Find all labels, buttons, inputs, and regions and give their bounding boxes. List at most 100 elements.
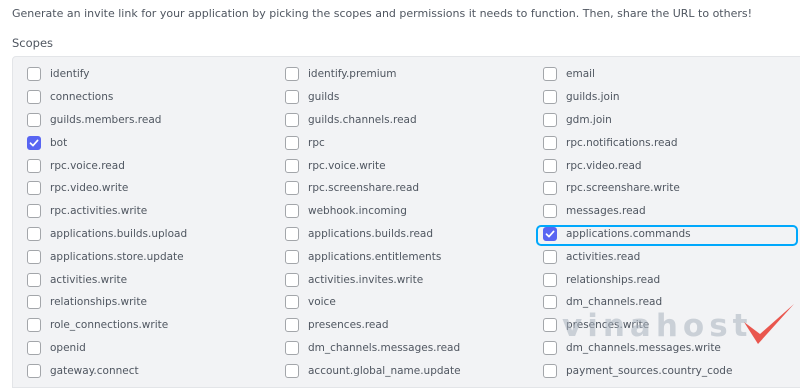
- scope-label: activities.read: [566, 250, 641, 263]
- scope-checkbox[interactable]: [285, 249, 299, 264]
- scope-checkbox[interactable]: [543, 90, 557, 105]
- scope-rpc-voice-read[interactable]: rpc.voice.read: [25, 154, 283, 177]
- scope-checkbox[interactable]: [27, 363, 41, 378]
- scope-identify-premium[interactable]: identify.premium: [283, 63, 541, 86]
- scope-rpc-video-read[interactable]: rpc.video.read: [541, 154, 799, 177]
- scope-checkbox[interactable]: [543, 204, 557, 219]
- scope-guilds-join[interactable]: guilds.join: [541, 86, 799, 109]
- scope-label: activities.write: [50, 273, 128, 286]
- scope-label: rpc.voice.write: [308, 159, 386, 172]
- scope-checkbox[interactable]: [543, 249, 557, 264]
- scope-voice[interactable]: voice: [283, 291, 541, 314]
- scope-guilds-channels-read[interactable]: guilds.channels.read: [283, 109, 541, 132]
- scope-checkbox[interactable]: [27, 135, 41, 150]
- scope-checkbox[interactable]: [543, 135, 557, 150]
- scope-applications-builds-upload[interactable]: applications.builds.upload: [25, 223, 283, 246]
- scope-checkbox[interactable]: [543, 295, 557, 310]
- scope-checkbox[interactable]: [27, 226, 41, 241]
- scope-label: rpc.voice.read: [50, 159, 125, 172]
- scope-checkbox[interactable]: [27, 204, 41, 219]
- scope-checkbox[interactable]: [543, 158, 557, 173]
- scope-label: payment_sources.country_code: [566, 364, 733, 377]
- scope-role-connections-write[interactable]: role_connections.write: [25, 314, 283, 337]
- scope-bot[interactable]: bot: [25, 131, 283, 154]
- scope-rpc-voice-write[interactable]: rpc.voice.write: [283, 154, 541, 177]
- scope-rpc[interactable]: rpc: [283, 131, 541, 154]
- scope-gdm-join[interactable]: gdm.join: [541, 109, 799, 132]
- scope-activities-read[interactable]: activities.read: [541, 245, 799, 268]
- scope-checkbox[interactable]: [543, 318, 557, 333]
- scope-checkbox[interactable]: [285, 295, 299, 310]
- scope-label: applications.commands: [566, 227, 691, 240]
- scope-label: applications.builds.read: [308, 227, 434, 240]
- scope-label: rpc.video.read: [566, 159, 642, 172]
- scope-dm-channels-messages-read[interactable]: dm_channels.messages.read: [283, 337, 541, 360]
- scope-checkbox[interactable]: [27, 112, 41, 127]
- scope-checkbox[interactable]: [543, 340, 557, 355]
- scope-checkbox[interactable]: [285, 67, 299, 82]
- scope-checkbox[interactable]: [285, 272, 299, 287]
- scope-email[interactable]: email: [541, 63, 799, 86]
- scope-checkbox[interactable]: [543, 363, 557, 378]
- scope-webhook-incoming[interactable]: webhook.incoming: [283, 200, 541, 223]
- scope-relationships-write[interactable]: relationships.write: [25, 291, 283, 314]
- scope-relationships-read[interactable]: relationships.read: [541, 268, 799, 291]
- scope-checkbox[interactable]: [543, 226, 557, 241]
- scope-rpc-video-write[interactable]: rpc.video.write: [25, 177, 283, 200]
- scope-rpc-activities-write[interactable]: rpc.activities.write: [25, 200, 283, 223]
- scope-applications-entitlements[interactable]: applications.entitlements: [283, 245, 541, 268]
- scope-checkbox[interactable]: [27, 90, 41, 105]
- scope-checkbox[interactable]: [543, 112, 557, 127]
- scopes-label: Scopes: [12, 36, 54, 50]
- scope-rpc-screenshare-read[interactable]: rpc.screenshare.read: [283, 177, 541, 200]
- scope-checkbox[interactable]: [285, 204, 299, 219]
- scope-label: role_connections.write: [50, 319, 169, 332]
- scope-connections[interactable]: connections: [25, 86, 283, 109]
- scope-checkbox[interactable]: [285, 226, 299, 241]
- scope-checkbox[interactable]: [27, 249, 41, 264]
- scope-label: messages.read: [566, 205, 646, 218]
- scope-payment-sources-country-code[interactable]: payment_sources.country_code: [541, 359, 799, 382]
- scope-checkbox[interactable]: [27, 295, 41, 310]
- scope-label: applications.builds.upload: [50, 227, 188, 240]
- scope-applications-builds-read[interactable]: applications.builds.read: [283, 223, 541, 246]
- scope-label: connections: [50, 91, 114, 104]
- scope-identify[interactable]: identify: [25, 63, 283, 86]
- scope-activities-invites-write[interactable]: activities.invites.write: [283, 268, 541, 291]
- scope-checkbox[interactable]: [285, 90, 299, 105]
- scope-checkbox[interactable]: [285, 135, 299, 150]
- scope-label: identify.premium: [308, 68, 397, 81]
- scope-checkbox[interactable]: [27, 158, 41, 173]
- scope-presences-read[interactable]: presences.read: [283, 314, 541, 337]
- scope-gateway-connect[interactable]: gateway.connect: [25, 359, 283, 382]
- scope-applications-commands[interactable]: applications.commands: [536, 223, 799, 246]
- scope-account-global-name-update[interactable]: account.global_name.update: [283, 359, 541, 382]
- scope-checkbox[interactable]: [543, 181, 557, 196]
- scope-label: rpc: [308, 136, 325, 149]
- scope-checkbox[interactable]: [543, 67, 557, 82]
- scope-label: rpc.screenshare.read: [308, 182, 420, 195]
- scope-checkbox[interactable]: [27, 340, 41, 355]
- scope-rpc-notifications-read[interactable]: rpc.notifications.read: [541, 131, 799, 154]
- scope-checkbox[interactable]: [285, 318, 299, 333]
- scope-guilds[interactable]: guilds: [283, 86, 541, 109]
- scope-checkbox[interactable]: [543, 272, 557, 287]
- scope-label: gdm.join: [566, 113, 612, 126]
- scope-guilds-members-read[interactable]: guilds.members.read: [25, 109, 283, 132]
- scope-checkbox[interactable]: [27, 181, 41, 196]
- scope-checkbox[interactable]: [27, 67, 41, 82]
- scope-applications-store-update[interactable]: applications.store.update: [25, 245, 283, 268]
- scope-messages-read[interactable]: messages.read: [541, 200, 799, 223]
- scope-checkbox[interactable]: [285, 181, 299, 196]
- scope-checkbox[interactable]: [285, 158, 299, 173]
- scope-checkbox[interactable]: [27, 318, 41, 333]
- scope-openid[interactable]: openid: [25, 337, 283, 360]
- scope-checkbox[interactable]: [285, 363, 299, 378]
- scope-checkbox[interactable]: [285, 112, 299, 127]
- scope-rpc-screenshare-write[interactable]: rpc.screenshare.write: [541, 177, 799, 200]
- scope-checkbox[interactable]: [285, 340, 299, 355]
- scope-activities-write[interactable]: activities.write: [25, 268, 283, 291]
- scope-label: presences.read: [308, 319, 389, 332]
- scope-checkbox[interactable]: [27, 272, 41, 287]
- scope-label: guilds: [308, 91, 340, 104]
